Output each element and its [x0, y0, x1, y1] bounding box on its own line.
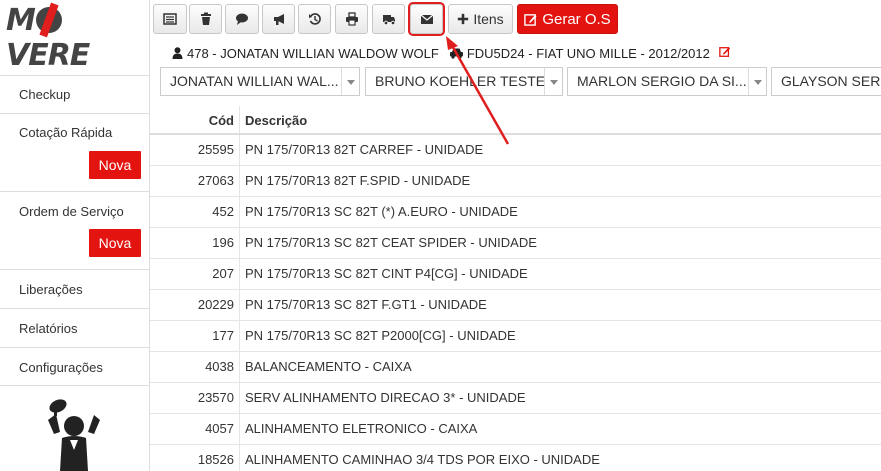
- cell-cod: 27063: [197, 173, 234, 188]
- delete-button[interactable]: [189, 4, 222, 34]
- table-row[interactable]: 196 PN 175/70R13 SC 82T CEAT SPIDER - UNI…: [150, 228, 881, 259]
- table-header: Cód Descrição: [150, 106, 881, 135]
- sidebar-item-cotacao-rapida[interactable]: Cotação Rápida Nova: [0, 113, 150, 191]
- cell-descricao: PN 175/70R13 82T F.SPID - UNIDADE: [239, 166, 470, 196]
- table-row[interactable]: 25595 PN 175/70R13 82T CARREF - UNIDADE: [150, 135, 881, 166]
- cell-descricao: SERV ALINHAMENTO DIRECAO 3* - UNIDADE: [239, 383, 526, 413]
- sidebar-item-checkup[interactable]: Checkup: [0, 75, 150, 113]
- table-row[interactable]: 452 PN 175/70R13 SC 82T (*) A.EURO - UNID…: [150, 197, 881, 228]
- trash-icon: [200, 12, 211, 25]
- customer-name: 478 - JONATAN WILLIAN WALDOW WOLF: [187, 45, 439, 61]
- mechanic-select-1[interactable]: JONATAN WILLIAN WAL...: [160, 67, 360, 96]
- cell-descricao: ALINHAMENTO ELETRONICO - CAIXA: [239, 414, 477, 444]
- history-button[interactable]: [298, 4, 331, 34]
- print-button[interactable]: [335, 4, 368, 34]
- cell-cod: 4038: [205, 359, 234, 374]
- table-body: 25595 PN 175/70R13 82T CARREF - UNIDADE 27…: [150, 135, 881, 471]
- cell-descricao: PN 175/70R13 82T CARREF - UNIDADE: [239, 135, 483, 165]
- truck-icon: [382, 15, 395, 26]
- sidebar-item-configuracoes[interactable]: Configurações: [0, 347, 150, 386]
- envelope-icon: [420, 14, 433, 24]
- chevron-down-icon: [544, 68, 562, 95]
- cell-cod: 18526: [197, 452, 234, 467]
- announce-button[interactable]: [262, 4, 295, 34]
- logo-o-mark: [35, 7, 62, 33]
- generate-os-button[interactable]: Gerar O.S: [517, 4, 618, 34]
- sidebar-item-label: Cotação Rápida: [19, 125, 113, 140]
- chevron-down-icon: [748, 68, 766, 95]
- list-icon: [163, 13, 177, 25]
- table-row[interactable]: 18526 ALINHAMENTO CAMINHAO 3/4 TDS POR EI…: [150, 445, 881, 471]
- items-table: Cód Descrição 25595 PN 175/70R13 82T CARR…: [150, 106, 881, 471]
- nova-cotacao-button[interactable]: Nova: [89, 151, 141, 179]
- plus-icon: [458, 13, 469, 25]
- cell-descricao: PN 175/70R13 SC 82T (*) A.EURO - UNIDADE: [239, 197, 518, 227]
- add-items-button[interactable]: Itens: [448, 4, 513, 34]
- edit-client-icon[interactable]: [719, 46, 731, 61]
- cell-descricao: BALANCEAMENTO - CAIXA: [239, 352, 412, 382]
- movere-logo[interactable]: MVERE: [6, 3, 144, 73]
- table-row[interactable]: 23570 SERV ALINHAMENTO DIRECAO 3* - UNIDA…: [150, 383, 881, 414]
- sidebar-item-ordem-servico[interactable]: Ordem de Serviço Nova: [0, 191, 150, 269]
- cell-cod: 23570: [197, 390, 234, 405]
- table-row[interactable]: 207 PN 175/70R13 SC 82T CINT P4[CG] - UNI…: [150, 259, 881, 290]
- nova-os-button[interactable]: Nova: [89, 229, 141, 257]
- cell-cod: 196: [212, 235, 234, 250]
- table-row[interactable]: 27063 PN 175/70R13 82T F.SPID - UNIDADE: [150, 166, 881, 197]
- table-row[interactable]: 4057 ALINHAMENTO ELETRONICO - CAIXA: [150, 414, 881, 445]
- sidebar-item-label: Configurações: [19, 360, 103, 375]
- client-info: 478 - JONATAN WILLIAN WALDOW WOLF FDU5D2…: [172, 44, 731, 62]
- cell-cod: 25595: [197, 142, 234, 157]
- cell-descricao: ALINHAMENTO CAMINHAO 3/4 TDS POR EIXO - …: [239, 445, 600, 471]
- cell-cod: 177: [212, 328, 234, 343]
- list-button[interactable]: [153, 4, 187, 34]
- email-button[interactable]: [408, 2, 445, 36]
- column-header-descricao[interactable]: Descrição: [239, 106, 307, 133]
- logo-wordmark: MVERE: [6, 3, 90, 73]
- sidebar-item-label: Checkup: [19, 87, 71, 102]
- vehicle-label: FDU5D24 - FIAT UNO MILLE - 2012/2012: [466, 45, 710, 61]
- comment-button[interactable]: [225, 4, 259, 34]
- megaphone-icon: [273, 14, 284, 25]
- cell-cod: 20229: [197, 297, 234, 312]
- mechanic-select-2[interactable]: BRUNO KOEHLER TESTE: [365, 67, 563, 96]
- mechanic-select-value: BRUNO KOEHLER TESTE: [375, 73, 546, 89]
- user-icon: [172, 47, 183, 59]
- table-row[interactable]: 4038 BALANCEAMENTO - CAIXA: [150, 352, 881, 383]
- print-icon: [345, 12, 358, 26]
- vehicle-info: FDU5D24 - FIAT UNO MILLE - 2012/2012: [449, 46, 710, 61]
- sidebar-item-relatorios[interactable]: Relatórios: [0, 308, 150, 347]
- history-icon: [308, 13, 321, 25]
- generate-os-label: Gerar O.S: [542, 10, 611, 28]
- cell-cod: 452: [212, 204, 234, 219]
- car-icon: [449, 48, 463, 59]
- column-header-cod[interactable]: Cód: [150, 106, 234, 135]
- sidebar: MVERE Checkup Cotação Rápida Nova Ordem …: [0, 0, 150, 471]
- comment-icon: [236, 13, 248, 25]
- mechanic-select-3[interactable]: MARLON SERGIO DA SI...: [567, 67, 767, 96]
- cell-descricao: PN 175/70R13 SC 82T CINT P4[CG] - UNIDAD…: [239, 259, 528, 289]
- mascot-trophy-icon: [48, 399, 100, 471]
- table-row[interactable]: 20229 PN 175/70R13 SC 82T F.GT1 - UNIDADE: [150, 290, 881, 321]
- mechanic-select-value: GLAYSON SERG: [781, 73, 881, 89]
- sidebar-item-label: Ordem de Serviço: [19, 204, 124, 219]
- sidebar-item-label: Liberações: [19, 282, 83, 297]
- mechanic-select-value: JONATAN WILLIAN WAL...: [170, 73, 339, 89]
- mechanic-select-4[interactable]: GLAYSON SERG: [771, 67, 881, 96]
- sidebar-item-liberacoes[interactable]: Liberações: [0, 269, 150, 308]
- cell-cod: 207: [212, 266, 234, 281]
- cell-cod: 4057: [205, 421, 234, 436]
- delivery-button[interactable]: [372, 4, 405, 34]
- chevron-down-icon: [341, 68, 359, 95]
- edit-icon: [524, 13, 537, 26]
- add-items-label: Itens: [473, 11, 504, 27]
- table-row[interactable]: 177 PN 175/70R13 SC 82T P2000[CG] - UNIDA…: [150, 321, 881, 352]
- mechanic-select-value: MARLON SERGIO DA SI...: [577, 73, 747, 89]
- cell-descricao: PN 175/70R13 SC 82T P2000[CG] - UNIDADE: [239, 321, 516, 351]
- cell-descricao: PN 175/70R13 SC 82T CEAT SPIDER - UNIDAD…: [239, 228, 537, 258]
- sidebar-item-label: Relatórios: [19, 321, 78, 336]
- cell-descricao: PN 175/70R13 SC 82T F.GT1 - UNIDADE: [239, 290, 487, 320]
